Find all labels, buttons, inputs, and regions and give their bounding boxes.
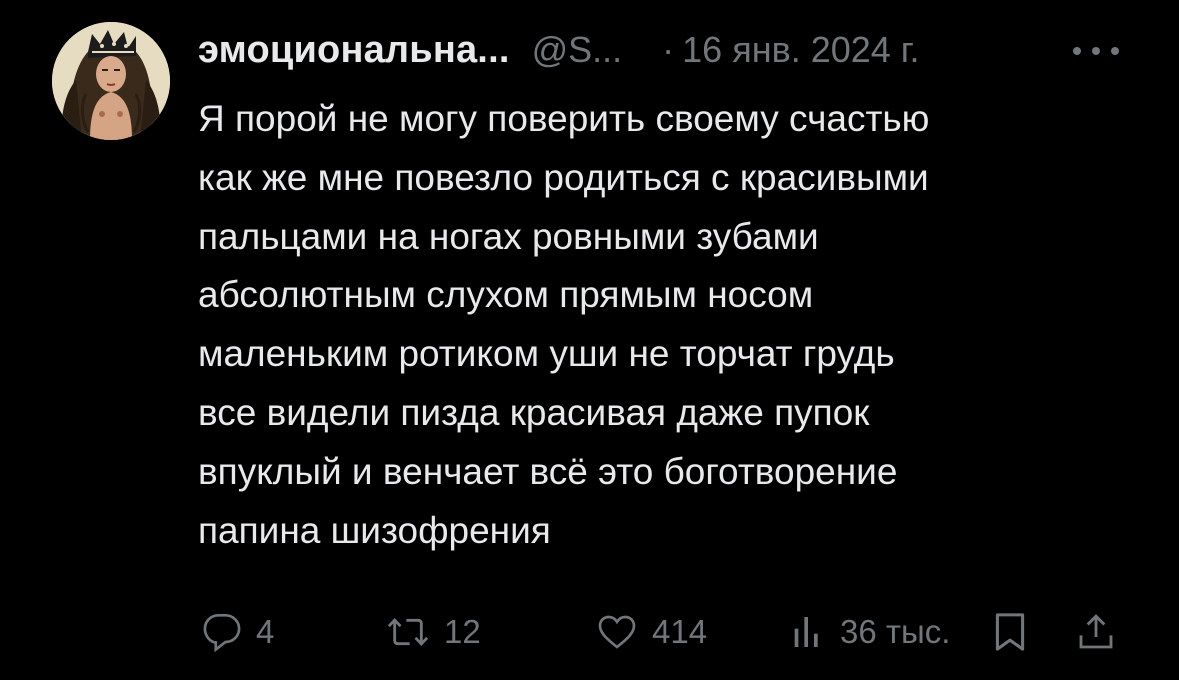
post-date[interactable]: 16 янв. 2024 г. [682,29,919,71]
post-text: Я порой не могу поверить своему счастью … [198,98,930,551]
author-display-name[interactable]: эмоциональна... [198,29,510,72]
views-bar-chart-icon [794,617,818,647]
avatar[interactable] [52,22,170,140]
avatar-image [52,22,170,140]
bookmark-button[interactable] [992,608,1028,656]
more-horizontal-icon[interactable] [1073,34,1119,68]
tweet: эмоциональна... @S... · 16 янв. 2024 г. … [0,0,1179,680]
share-button[interactable] [1076,608,1116,656]
like-count: 414 [652,613,708,650]
share-icon [1079,614,1113,649]
reply-button[interactable]: 4 [202,608,274,656]
repost-icon [387,617,429,647]
views-count: 36 тыс. [840,613,951,650]
author-handle[interactable]: @S... [532,29,623,71]
bookmark-icon [995,613,1025,651]
reply-icon [203,614,241,652]
tweet-header: эмоциональна... @S... · 16 янв. 2024 г. [198,24,1138,76]
reply-count: 4 [256,613,275,650]
like-button[interactable]: 414 [596,608,707,656]
heart-icon [598,615,636,649]
action-bar: 4 12 414 36 тыс. [196,608,1136,656]
header-separator: · [662,29,675,70]
repost-button[interactable]: 12 [386,608,481,656]
views-button[interactable]: 36 тыс. [790,608,950,656]
repost-count: 12 [444,613,481,650]
